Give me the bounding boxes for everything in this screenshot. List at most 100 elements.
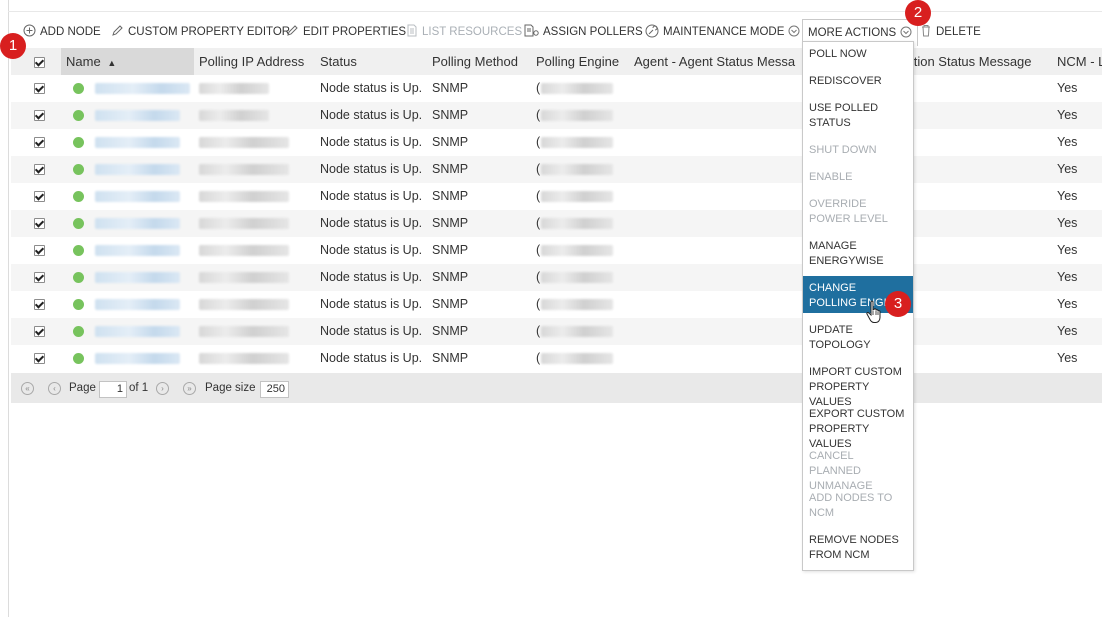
add-node-label: ADD NODE [40,26,101,38]
wrench-icon [645,24,659,41]
custom-property-editor-label: CUSTOM PROPERTY EDITOR [128,26,291,38]
status-up-icon [73,191,84,202]
table-row[interactable]: Node status is Up. SNMP(Yes [11,237,1102,264]
menu-item-label: MANAGE ENERGYWISE [809,240,884,267]
menu-item-label: OVERRIDE POWER LEVEL [809,198,888,225]
menu-item-import-custom-property-values[interactable]: IMPORT CUSTOM PROPERTY VALUES [803,360,913,408]
last-page-icon[interactable]: » [183,382,196,395]
menu-item-cancel-planned-unmanage[interactable]: CANCEL PLANNED UNMANAGE [803,444,913,492]
table-row[interactable]: Node status is Up. SNMP(Yes [11,345,1102,372]
polling-engine-value [541,191,613,202]
menu-item-remove-nodes-from-ncm[interactable]: REMOVE NODES FROM NCM [803,528,913,565]
menu-item-add-nodes-to-ncm[interactable]: ADD NODES TO NCM [803,486,913,523]
row-checkbox[interactable] [34,299,45,310]
table-row[interactable]: Node status is Up. SNMP(Yes [11,102,1102,129]
node-name-link[interactable] [95,110,180,121]
node-name-link[interactable] [95,245,180,256]
status-cell: Node status is Up. [320,216,423,230]
status-up-icon [73,353,84,364]
row-checkbox[interactable] [34,353,45,364]
table-row[interactable]: Node status is Up. SNMP(Yes [11,318,1102,345]
row-checkbox[interactable] [34,272,45,283]
table-row[interactable]: Node status is Up. SNMP(Yes [11,291,1102,318]
menu-item-enable[interactable]: ENABLE [803,165,913,187]
node-name-link[interactable] [95,83,190,94]
node-name-link[interactable] [95,272,180,283]
table-row[interactable]: Node status is Up. SNMP(Yes [11,210,1102,237]
status-up-icon [73,299,84,310]
polling-method-cell: SNMP [432,108,469,122]
status-up-icon [73,326,84,337]
polling-ip-value [199,218,289,229]
menu-item-use-polled-status[interactable]: USE POLLED STATUS [803,96,913,133]
custom-property-editor-button[interactable]: CUSTOM PROPERTY EDITOR [111,22,290,42]
menu-item-update-topology[interactable]: UPDATE TOPOLOGY [803,318,913,355]
menu-item-rediscover[interactable]: REDISCOVER [803,69,913,91]
menu-item-label: REMOVE NODES FROM NCM [809,534,899,561]
row-checkbox[interactable] [34,110,45,121]
menu-item-poll-now[interactable]: POLL NOW [803,42,913,64]
list-resources-button[interactable]: LIST RESOURCES [406,22,522,42]
table-row[interactable]: Node status is Up. SNMP(Yes [11,129,1102,156]
ncm-cell: Yes [1057,216,1078,230]
ncm-cell: Yes [1057,81,1078,95]
column-header-connection-status[interactable]: ection Status Message [900,48,1055,75]
row-checkbox[interactable] [34,191,45,202]
row-checkbox[interactable] [34,245,45,256]
next-page-icon[interactable]: › [156,382,169,395]
node-name-link[interactable] [95,353,180,364]
menu-item-manage-energywise[interactable]: MANAGE ENERGYWISE [803,234,913,271]
column-header-status[interactable]: Status [320,48,430,75]
status-cell: Node status is Up. [320,297,423,311]
status-cell: Node status is Up. [320,135,423,149]
column-header-polling-method[interactable]: Polling Method [432,48,534,75]
page-number-input[interactable]: 1 [99,381,127,398]
polling-ip-value [199,110,269,121]
row-checkbox[interactable] [34,218,45,229]
delete-button[interactable]: DELETE [920,22,981,42]
first-page-icon[interactable]: « [21,382,34,395]
ncm-cell: Yes [1057,270,1078,284]
node-name-link[interactable] [95,164,180,175]
polling-engine-value [541,326,613,337]
menu-item-shut-down[interactable]: SHUT DOWN [803,138,913,160]
polling-ip-value [199,164,289,175]
table-row[interactable]: Node status is Up. SNMP(Yes [11,156,1102,183]
menu-item-export-custom-property-values[interactable]: EXPORT CUSTOM PROPERTY VALUES [803,402,913,450]
polling-engine-value [541,245,613,256]
column-header-agent-status[interactable]: Agent - Agent Status Messa [634,48,809,75]
row-checkbox[interactable] [34,137,45,148]
node-name-link[interactable] [95,326,180,337]
row-checkbox[interactable] [34,326,45,337]
node-name-link[interactable] [95,218,180,229]
edit-properties-button[interactable]: EDIT PROPERTIES [286,22,406,42]
assign-pollers-button[interactable]: ASSIGN POLLERS [524,22,643,42]
page-label: Page [69,382,96,394]
polling-engine-value [541,137,613,148]
page-size-input[interactable]: 250 [260,381,289,398]
polling-method-cell: SNMP [432,324,469,338]
status-cell: Node status is Up. [320,162,423,176]
table-row[interactable]: Node status is Up. SNMP(Yes [11,183,1102,210]
menu-item-override-power-level[interactable]: OVERRIDE POWER LEVEL [803,192,913,229]
maintenance-mode-button[interactable]: MAINTENANCE MODE [645,22,800,42]
column-header-name[interactable]: Name ▲ [61,48,194,75]
column-header-polling-ip[interactable]: Polling IP Address [199,48,314,75]
node-name-link[interactable] [95,137,180,148]
row-checkbox[interactable] [34,83,45,94]
add-node-button[interactable]: ADD NODE [23,22,101,42]
table-row[interactable]: Node status is Up. SNMP(Yes [11,75,1102,102]
table-row[interactable]: Node status is Up. SNMP(Yes [11,264,1102,291]
previous-page-icon[interactable]: ‹ [48,382,61,395]
node-name-link[interactable] [95,299,180,310]
select-all-checkbox[interactable] [34,57,45,68]
node-name-link[interactable] [95,191,180,202]
polling-engine-value [541,218,613,229]
polling-ip-value [199,137,289,148]
menu-item-label: USE POLLED STATUS [809,102,879,129]
column-header-ncm[interactable]: NCM - L [1057,48,1102,75]
row-checkbox[interactable] [34,164,45,175]
status-up-icon [73,137,84,148]
column-header-polling-engine[interactable]: Polling Engine [536,48,631,75]
document-icon [406,24,418,40]
